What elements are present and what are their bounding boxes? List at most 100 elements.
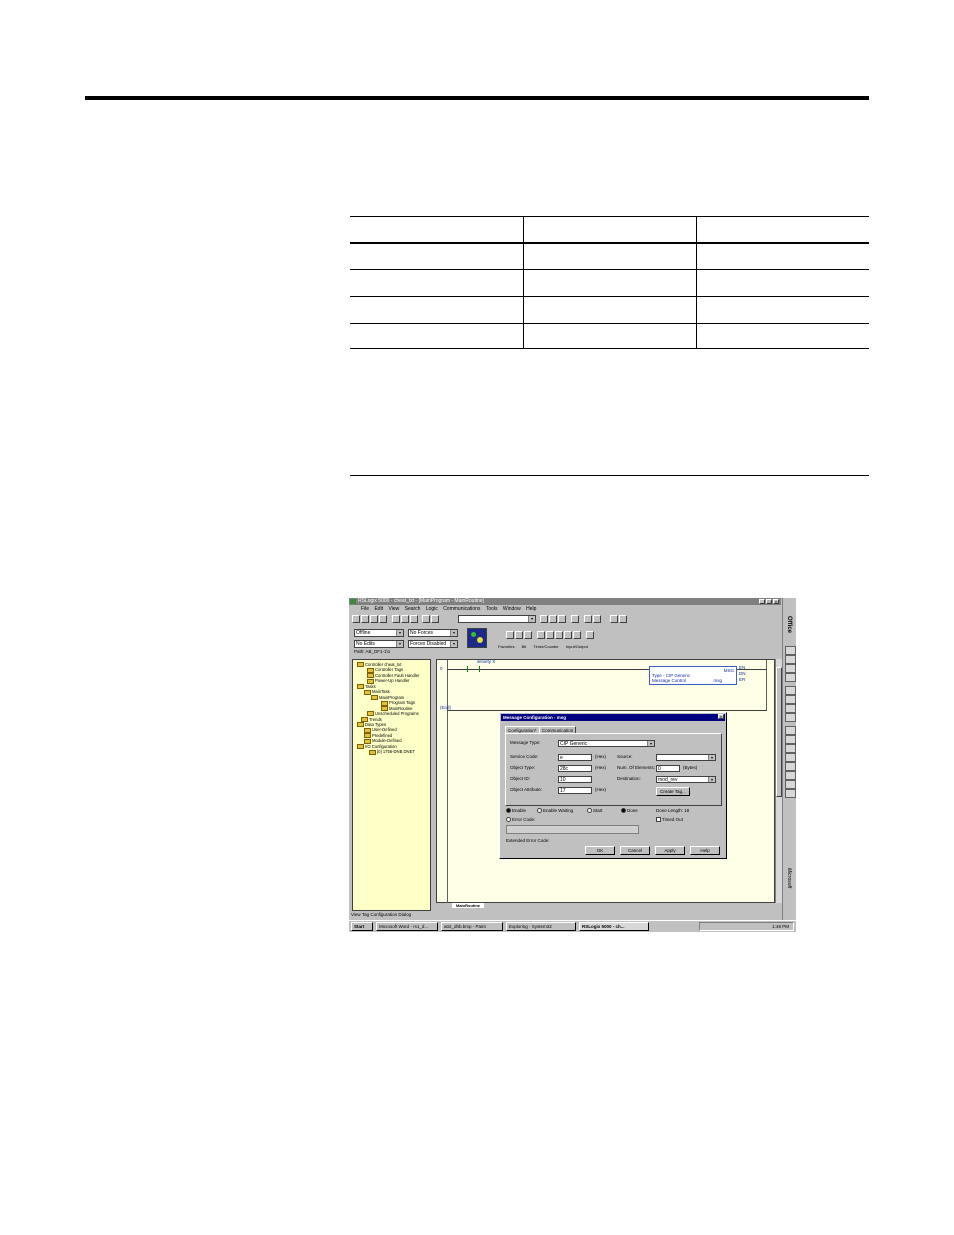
start-button[interactable]: Start — [351, 922, 373, 931]
search-combo[interactable]: ▾ — [458, 615, 536, 623]
service-code-input[interactable]: e — [558, 754, 592, 761]
office-app-icon[interactable] — [785, 762, 796, 771]
taskbar-item-word[interactable]: Microsoft Word - rs1_d... — [376, 922, 438, 931]
office-app-icon[interactable] — [785, 713, 796, 722]
maximize-button[interactable]: □ — [766, 599, 772, 604]
message-type-select[interactable]: CIP Generic ▾ — [558, 740, 655, 747]
object-attribute-input[interactable]: 17 — [558, 787, 592, 794]
organizer-tree: Controller cheat_txt Controller Tags Con… — [357, 662, 419, 755]
ok-button[interactable]: OK — [585, 846, 615, 855]
menu-help[interactable]: Help — [526, 606, 536, 612]
xio-icon[interactable] — [546, 631, 554, 639]
object-type-input[interactable]: 28c — [558, 765, 592, 772]
menu-window[interactable]: Window — [503, 606, 521, 612]
office-app-icon[interactable] — [785, 753, 796, 762]
controller-organizer: Controller cheat_txt Controller Tags Con… — [352, 659, 431, 911]
tab-bit[interactable]: Bit — [522, 644, 527, 649]
tool-icon[interactable] — [571, 615, 579, 623]
zoom-in-icon[interactable] — [610, 615, 618, 623]
tool-icon[interactable] — [540, 615, 548, 623]
destination-select[interactable]: mod_rev ▾ — [656, 776, 716, 783]
close-button[interactable]: x — [773, 599, 779, 604]
office-app-icon[interactable] — [785, 780, 796, 789]
office-app-icon[interactable] — [785, 686, 796, 695]
forces-select[interactable]: No Forces ▾ — [408, 629, 458, 637]
tool-icon[interactable] — [549, 615, 557, 623]
num-elements-input[interactable]: 0 — [656, 765, 680, 772]
edits-select[interactable]: No Edits ▾ — [354, 640, 404, 648]
office-app-icon[interactable] — [785, 726, 796, 735]
menu-tools[interactable]: Tools — [486, 606, 498, 612]
menu-communications[interactable]: Communications — [443, 606, 480, 612]
menu-edit[interactable]: Edit — [374, 606, 383, 612]
tree-item[interactable]: [0] 1756-DNB DNET — [369, 749, 421, 755]
right-power-rail — [766, 660, 767, 710]
rung-icon[interactable] — [506, 631, 514, 639]
taskbar-item-explorer[interactable]: Exploring - System32 — [506, 922, 576, 931]
office-app-icon[interactable] — [785, 789, 796, 798]
help-button[interactable]: Help — [690, 846, 720, 855]
radio-icon — [506, 808, 511, 814]
source-label: Source: — [617, 754, 633, 759]
otu-icon[interactable] — [573, 631, 581, 639]
office-shortcut-bar: Office Microsoft — [782, 598, 796, 920]
office-app-icon[interactable] — [785, 695, 796, 704]
bytes-label: (Bytes) — [683, 765, 698, 770]
menu-view[interactable]: View — [388, 606, 399, 612]
undo-icon[interactable] — [422, 615, 430, 623]
create-tag-button[interactable]: Create Tag... — [656, 787, 690, 796]
copy-icon[interactable] — [401, 615, 409, 623]
msg-control-tag: msg — [713, 678, 722, 683]
tool-icon[interactable] — [558, 615, 566, 623]
office-app-icon[interactable] — [785, 664, 796, 673]
left-power-rail — [447, 660, 448, 903]
cut-icon[interactable] — [392, 615, 400, 623]
object-id-input[interactable]: 10 — [558, 776, 592, 783]
tool-icon[interactable] — [593, 615, 601, 623]
paste-icon[interactable] — [410, 615, 418, 623]
office-app-icon[interactable] — [785, 771, 796, 780]
dialog-close-button[interactable]: x — [718, 714, 724, 719]
office-app-icon[interactable] — [785, 655, 796, 664]
mode-value: Offline — [356, 630, 371, 636]
ladder-vscroll[interactable] — [775, 659, 782, 903]
ote-icon[interactable] — [555, 631, 563, 639]
office-app-icon[interactable] — [785, 646, 796, 655]
menu-search[interactable]: Search — [405, 606, 421, 612]
branch-level-icon[interactable] — [524, 631, 532, 639]
app-title: RSLogix 5000 - cheat_txt - [MainProgram … — [358, 598, 484, 604]
office-app-icon[interactable] — [785, 704, 796, 713]
tab-timer-counter[interactable]: Timer/Counter — [533, 644, 558, 649]
taskbar-item-paint[interactable]: a02_dhb.bmp - Paint — [441, 922, 503, 931]
office-app-icon[interactable] — [785, 744, 796, 753]
zoom-out-icon[interactable] — [619, 615, 627, 623]
msg-instruction[interactable]: MSG Type - CIP Generic Message Control m… — [649, 666, 737, 685]
apply-button[interactable]: Apply — [655, 846, 685, 855]
branch-icon[interactable] — [515, 631, 523, 639]
tab-mainroutine[interactable]: MainRoutine — [452, 903, 484, 908]
open-icon[interactable] — [361, 615, 369, 623]
status-enable: Enable — [506, 808, 526, 814]
otl-icon[interactable] — [564, 631, 572, 639]
xic-icon[interactable] — [537, 631, 545, 639]
office-app-icon[interactable] — [785, 735, 796, 744]
new-icon[interactable] — [352, 615, 360, 623]
taskbar-item-rslogix[interactable]: RSLogix 5000 - ch... — [579, 922, 649, 931]
redo-icon[interactable] — [431, 615, 439, 623]
contact-left — [467, 666, 468, 672]
cancel-button[interactable]: Cancel — [620, 846, 650, 855]
tab-input-output[interactable]: Input/Output — [566, 644, 588, 649]
print-icon[interactable] — [379, 615, 387, 623]
tab-favorites[interactable]: Favorites — [498, 644, 514, 649]
menu-logic[interactable]: Logic — [426, 606, 438, 612]
office-app-icon[interactable] — [785, 673, 796, 682]
source-select[interactable]: ▾ — [656, 754, 716, 761]
tool-icon[interactable] — [584, 615, 592, 623]
forces-status-select[interactable]: Forces Disabled ▾ — [408, 640, 458, 648]
mode-select[interactable]: Offline ▾ — [354, 629, 404, 637]
scroll-right-icon[interactable] — [586, 631, 594, 639]
menu-file[interactable]: File — [361, 606, 369, 612]
save-icon[interactable] — [370, 615, 378, 623]
minimize-button[interactable]: _ — [759, 599, 765, 604]
table-rule — [350, 269, 869, 270]
